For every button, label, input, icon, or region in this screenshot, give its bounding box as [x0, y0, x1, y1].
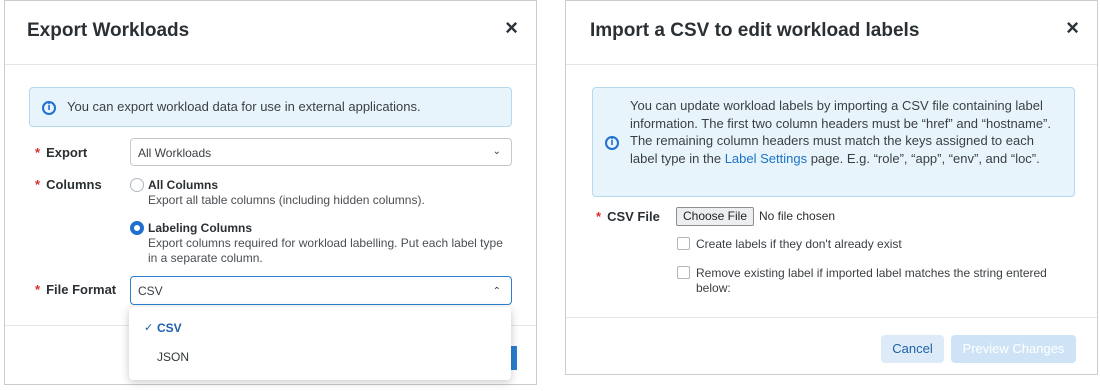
check-icon: ✓ [144, 321, 154, 334]
info-icon: i [42, 101, 56, 115]
import-csv-dialog: Import a CSV to edit workload labels × i… [565, 0, 1098, 375]
create-labels-label: Create labels if they don't already exis… [696, 237, 902, 251]
export-dialog-title: Export Workloads [27, 20, 190, 41]
create-labels-checkbox[interactable] [677, 237, 690, 250]
chevron-up-icon: ⌃ [492, 286, 501, 297]
export-select-value: All Workloads [138, 146, 212, 160]
file-status-text: No file chosen [759, 209, 836, 223]
csv-file-field-label: * CSV File [596, 209, 660, 224]
close-icon[interactable]: × [505, 17, 518, 39]
remove-label-checkbox[interactable] [677, 266, 690, 279]
columns-field-label: * Columns [35, 177, 102, 192]
import-info-text: You can update workload labels by import… [630, 98, 1052, 166]
remove-label-label: Remove existing label if imported label … [696, 266, 1047, 295]
file-format-field-label: * File Format [35, 282, 117, 297]
export-dialog-header: Export Workloads × [5, 1, 536, 65]
chevron-down-icon: ⌄ [492, 146, 501, 157]
preview-changes-button[interactable]: Preview Changes [951, 335, 1076, 363]
file-format-option-csv[interactable]: ✓ CSV [129, 314, 511, 342]
file-format-select[interactable]: CSV ⌃ [130, 276, 512, 305]
all-columns-title: All Columns [148, 178, 219, 192]
labeling-columns-radio[interactable] [130, 221, 144, 235]
cancel-button[interactable]: Cancel [881, 335, 944, 363]
close-icon[interactable]: × [1066, 17, 1079, 39]
import-dialog-title: Import a CSV to edit workload labels [590, 20, 920, 41]
file-format-dropdown: ✓ CSV JSON [129, 307, 511, 380]
export-select[interactable]: All Workloads ⌄ [130, 138, 512, 166]
export-field-label: * Export [35, 145, 88, 160]
choose-file-button[interactable]: Choose File [676, 207, 754, 226]
import-dialog-header: Import a CSV to edit workload labels × [566, 1, 1097, 65]
all-columns-radio[interactable] [130, 178, 144, 192]
info-icon: i [605, 136, 619, 150]
export-info-text: You can export workload data for use in … [67, 99, 421, 114]
file-format-option-json[interactable]: JSON [129, 343, 511, 371]
import-footer-divider [566, 317, 1097, 318]
all-columns-desc: Export all table columns (including hidd… [148, 193, 425, 207]
label-settings-link[interactable]: Label Settings [725, 151, 807, 166]
labeling-columns-desc: Export columns required for workload lab… [148, 236, 503, 265]
import-info-banner: i You can update workload labels by impo… [592, 87, 1075, 197]
labeling-columns-title: Labeling Columns [148, 221, 253, 235]
file-format-select-value: CSV [138, 284, 163, 298]
export-info-banner: i You can export workload data for use i… [29, 87, 512, 127]
